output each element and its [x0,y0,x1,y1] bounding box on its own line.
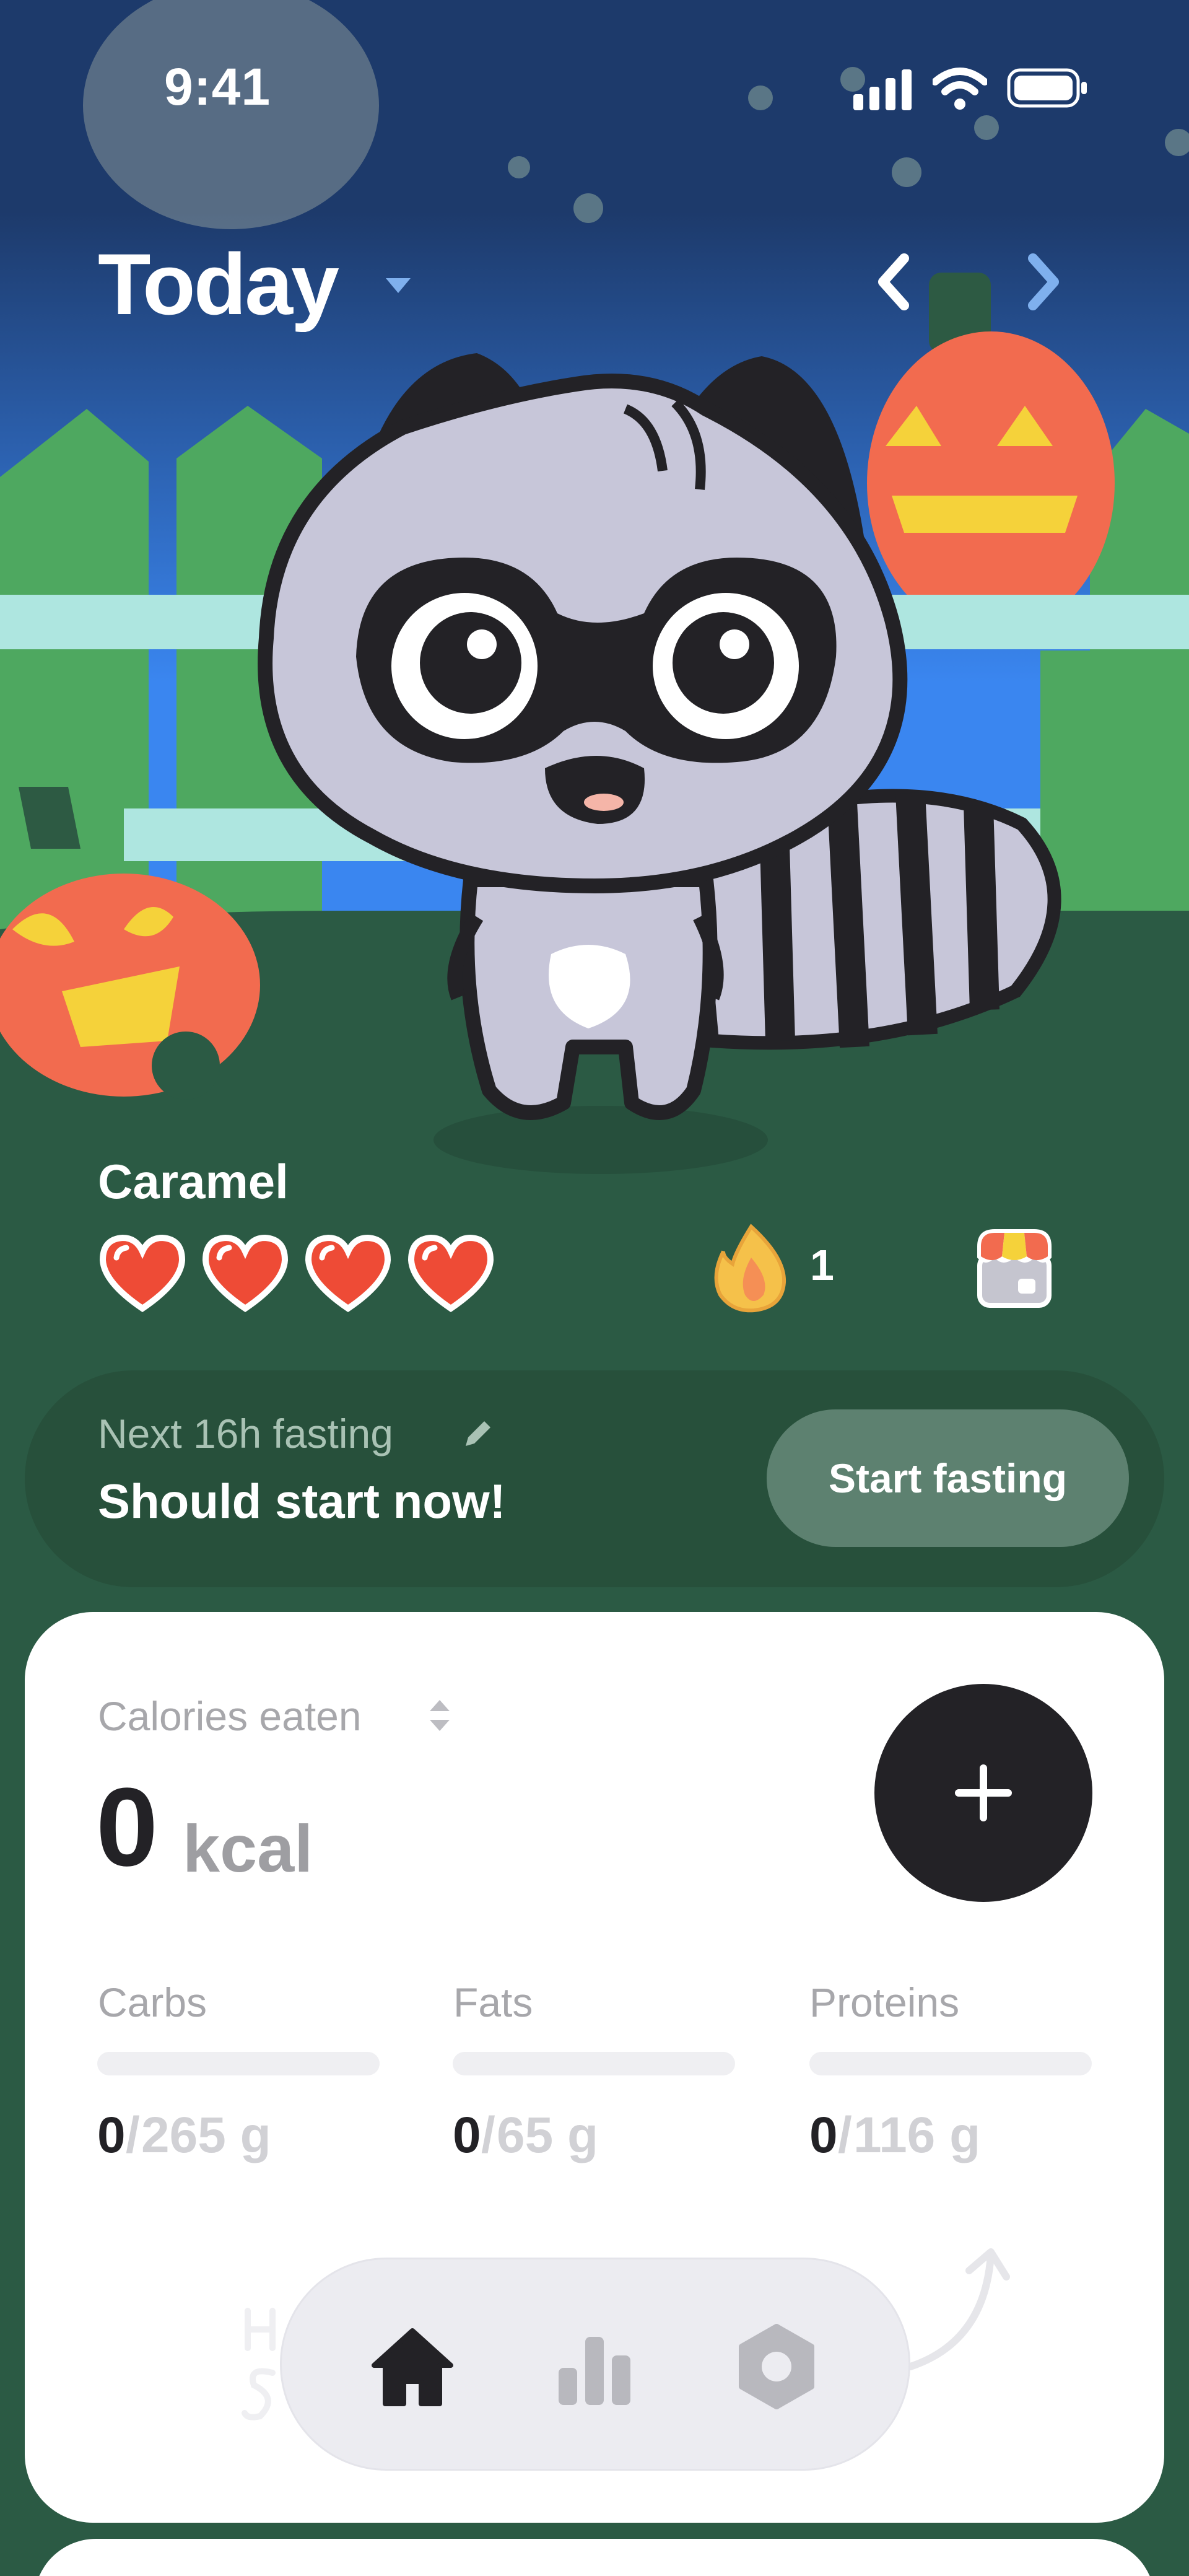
chevron-left-icon[interactable] [872,251,915,313]
macro-separator: / [126,2107,140,2163]
cellular-signal-icon [853,69,912,110]
plus-icon [955,1764,1012,1821]
page-title: Today [98,235,339,333]
hint-arrow-doodle [907,2248,1010,2370]
start-fasting-button[interactable]: Start fasting [767,1409,1129,1547]
heart-icon [407,1234,494,1313]
hexagon-settings-icon[interactable] [727,2317,826,2416]
home-icon[interactable] [363,2317,462,2416]
calories-unit: kcal [183,1811,313,1886]
macro-eaten: 0 [809,2107,838,2163]
bar-chart-icon[interactable] [545,2317,644,2416]
macro-eaten: 0 [453,2107,481,2163]
flame-icon [714,1224,786,1313]
fasting-status: Should start now! [98,1474,506,1528]
streak-count: 1 [810,1241,834,1289]
sort-toggle-icon[interactable] [427,1696,452,1735]
pet-name: Caramel [98,1154,289,1209]
battery-icon [1007,68,1087,108]
macro-progress-bar [453,2052,735,2075]
pencil-edit-icon[interactable] [462,1417,494,1450]
wifi-icon [933,68,987,110]
macro-label: Carbs [98,1979,207,2025]
macro-progress-bar [809,2052,1092,2075]
chevron-right-icon[interactable] [1022,251,1065,313]
home-screen: 9:41 Today Caramel 1 Next 16h fasting Sh… [0,0,1189,2576]
add-food-button[interactable] [874,1684,1092,1902]
macro-separator: / [481,2107,495,2163]
calories-label[interactable]: Calories eaten [98,1693,362,1740]
status-time: 9:41 [164,58,271,116]
caret-down-icon [386,278,411,293]
macro-goal: 265 g [141,2107,271,2163]
macro-goal: 65 g [497,2107,599,2163]
shop-icon[interactable] [972,1222,1056,1308]
heart-icon [202,1234,289,1313]
next-card-peek [34,2539,1155,2576]
calories-value: 0 [96,1765,159,1890]
status-bar: 9:41 [0,0,1189,229]
macro-label: Proteins [809,1979,960,2025]
macro-label: Fats [453,1979,533,2025]
macro-eaten: 0 [97,2107,126,2163]
macro-progress-bar [97,2052,380,2075]
macro-separator: / [838,2107,852,2163]
heart-icon [305,1234,391,1313]
macro-goal: 116 g [853,2107,981,2163]
fasting-plan-label: Next 16h fasting [98,1411,393,1457]
heart-icon [99,1234,186,1313]
